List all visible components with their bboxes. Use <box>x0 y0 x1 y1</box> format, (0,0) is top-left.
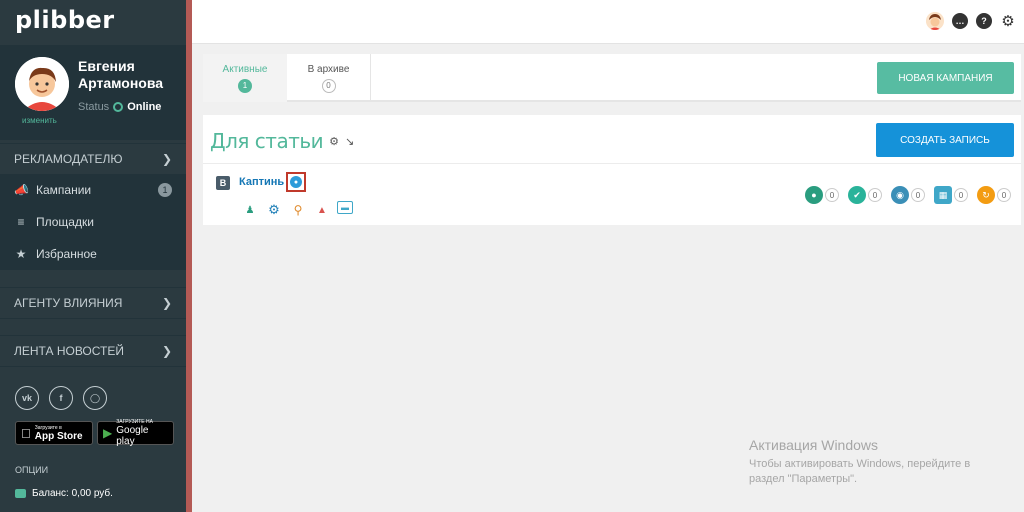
watermark-title: Активация Windows <box>749 437 879 453</box>
stat-pending-value: 0 <box>997 188 1011 202</box>
campaign-title: Для статьи <box>210 129 324 153</box>
stat-views: ◉ 0 <box>891 186 925 204</box>
top-avatar-icon[interactable] <box>926 12 944 30</box>
section-news-label: ЛЕНТА НОВОСТЕЙ <box>14 344 124 358</box>
google-play-icon: ▶ <box>103 426 113 440</box>
stat-approved-value: 0 <box>868 188 882 202</box>
facebook-icon[interactable]: f <box>49 386 73 410</box>
campaign-settings-icon[interactable]: ⚙ <box>329 135 339 148</box>
eye-icon: ◉ <box>891 186 909 204</box>
sidebar: plibber изменить Евгения Артамонова Stat… <box>0 0 186 512</box>
vk-icon[interactable]: vk <box>15 386 39 410</box>
search-icon[interactable]: ⚲ <box>289 201 307 219</box>
campaign-panel: Для статьи ⚙ ↘ СОЗДАТЬ ЗАПИСЬ В Каптинь … <box>203 115 1021 225</box>
instagram-icon[interactable]: ◯ <box>83 386 107 410</box>
stat-approved: ✔ 0 <box>848 186 882 204</box>
monitor-icon[interactable]: ▬ <box>337 201 353 214</box>
post-tools: ♟ ⚙ ⚲ ▲ ▬ <box>241 201 353 219</box>
section-advertiser[interactable]: РЕКЛАМОДАТЕЛЮ ❯ <box>0 143 186 175</box>
campaigns-count-badge: 1 <box>158 183 172 197</box>
tab-active-count: 1 <box>238 78 252 93</box>
stat-views-value: 0 <box>911 188 925 202</box>
section-news-feed[interactable]: ЛЕНТА НОВОСТЕЙ ❯ <box>0 335 186 367</box>
list-icon: ≡ <box>17 215 25 229</box>
user-circle-icon: ● <box>290 176 302 188</box>
windows-activation-watermark: Активация Windows Чтобы активировать Win… <box>749 437 999 487</box>
wallet-icon <box>15 489 26 498</box>
social-links: vk f ◯ <box>15 386 107 410</box>
stat-users-value: 0 <box>825 188 839 202</box>
google-play-big: Google play <box>116 425 149 447</box>
calendar-icon: ▦ <box>934 186 952 204</box>
campaign-title-row: Для статьи ⚙ ↘ <box>210 129 354 153</box>
options-label: ОПЦИИ <box>15 465 49 475</box>
stat-scheduled: ▦ 0 <box>934 186 968 204</box>
chat-icon[interactable]: … <box>952 13 968 29</box>
agent-icon[interactable]: ♟ <box>241 201 259 219</box>
change-avatar-link[interactable]: изменить <box>22 116 57 125</box>
help-icon[interactable]: ? <box>976 13 992 29</box>
chevron-right-icon: ❯ <box>161 344 172 358</box>
post-author-icon[interactable]: ● <box>286 172 306 192</box>
user-name: Евгения Артамонова <box>78 58 178 92</box>
app-store-links:  Загрузите в App Store ▶ ЗАГРУЗИТЕ НА G… <box>15 419 174 447</box>
new-campaign-button[interactable]: НОВАЯ КАМПАНИЯ <box>877 62 1014 94</box>
tab-archive[interactable]: В архиве 0 <box>287 54 371 102</box>
settings-icon[interactable]: ⚙ <box>265 201 283 219</box>
create-post-button[interactable]: СОЗДАТЬ ЗАПИСЬ <box>876 123 1014 157</box>
stamp-icon[interactable]: ▲ <box>313 201 331 219</box>
arrow-down-right-icon[interactable]: ↘ <box>345 135 354 148</box>
divider <box>203 163 1021 164</box>
stat-users: ● 0 <box>805 186 839 204</box>
sidebar-item-label: Площадки <box>36 215 94 229</box>
sidebar-item-campaigns[interactable]: 📣 Кампании 1 <box>0 175 186 205</box>
watermark-text: Чтобы активировать Windows, перейдите в … <box>749 458 971 485</box>
user-last-name: Артамонова <box>78 75 164 91</box>
tab-archive-count: 0 <box>321 78 336 93</box>
status-line: Status Online <box>78 101 161 113</box>
chevron-down-icon: ❯ <box>161 152 172 166</box>
stat-pending: ↻ 0 <box>977 186 1011 204</box>
sidebar-item-label: Кампании <box>36 183 92 197</box>
tab-active-label: Активные <box>222 63 268 75</box>
post-stats: ● 0 ✔ 0 ◉ 0 ▦ 0 ↻ 0 <box>805 186 1011 204</box>
refresh-icon: ↻ <box>977 186 995 204</box>
section-influence-label: АГЕНТУ ВЛИЯНИЯ <box>14 296 123 310</box>
app-store-big: App Store <box>25 430 83 442</box>
sidebar-item-platforms[interactable]: ≡ Площадки <box>0 207 186 237</box>
balance[interactable]: Баланс: 0,00 руб. <box>15 488 113 499</box>
sidebar-item-favorites[interactable]: ★ Избранное <box>0 239 186 269</box>
top-bar: … ? ⚙ <box>192 0 1024 44</box>
avatar[interactable] <box>15 57 69 111</box>
google-play-button[interactable]: ▶ ЗАГРУЗИТЕ НА Google play <box>97 419 174 447</box>
section-influence-agent[interactable]: АГЕНТУ ВЛИЯНИЯ ❯ <box>0 287 186 319</box>
stat-scheduled-value: 0 <box>954 188 968 202</box>
user-first-name: Евгения <box>78 58 135 74</box>
tab-active[interactable]: Активные 1 <box>203 54 287 102</box>
balance-text: Баланс: 0,00 руб. <box>32 488 113 499</box>
campaign-tabs: Активные 1 В архиве 0 НОВАЯ КАМПАНИЯ <box>203 54 1021 102</box>
check-icon: ✔ <box>848 186 866 204</box>
sidebar-item-label: Избранное <box>36 247 97 261</box>
post-title-link[interactable]: Каптинь <box>239 176 284 188</box>
sidebar-border <box>186 0 192 512</box>
chevron-right-icon: ❯ <box>161 296 172 310</box>
status-online-icon <box>113 102 124 112</box>
star-icon: ★ <box>15 247 27 261</box>
megaphone-icon: 📣 <box>14 183 29 197</box>
app-store-button[interactable]:  Загрузите в App Store <box>15 421 93 445</box>
vk-network-icon: В <box>216 176 230 190</box>
tab-archive-label: В архиве <box>307 63 350 75</box>
user-icon: ● <box>805 186 823 204</box>
status-value: Online <box>127 101 162 113</box>
top-icons: … ? ⚙ <box>926 12 1016 30</box>
apple-icon:  <box>21 426 31 441</box>
gear-icon[interactable]: ⚙ <box>1000 13 1016 30</box>
logo[interactable]: plibber <box>15 6 115 34</box>
section-advertiser-label: РЕКЛАМОДАТЕЛЮ <box>14 152 123 166</box>
status-label: Status <box>78 101 110 113</box>
profile-card: изменить Евгения Артамонова Status Onlin… <box>0 45 186 140</box>
